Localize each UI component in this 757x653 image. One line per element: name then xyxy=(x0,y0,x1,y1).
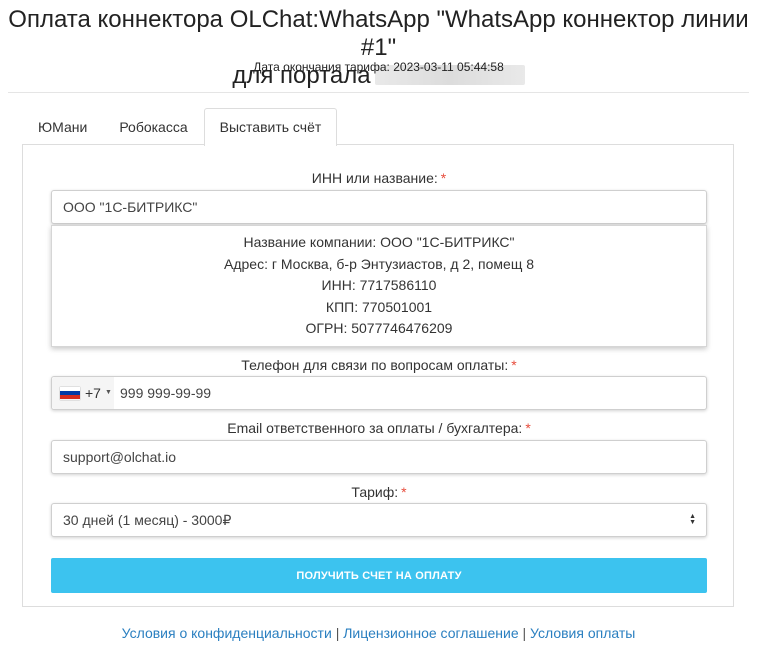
select-arrows-icon: ▲ ▼ xyxy=(689,513,696,526)
country-code: +7 xyxy=(85,385,101,401)
email-input[interactable] xyxy=(51,440,707,474)
tariff-select[interactable]: 30 дней (1 месяц) - 3000₽ ▲ ▼ xyxy=(51,503,707,537)
header-divider xyxy=(8,92,749,93)
company-name: Название компании: ООО "1С-БИТРИКС" xyxy=(243,234,515,250)
get-invoice-button[interactable]: ПОЛУЧИТЬ СЧЕТ НА ОПЛАТУ xyxy=(51,558,707,593)
license-link[interactable]: Лицензионное соглашение xyxy=(343,625,518,641)
email-label-text: Email ответственного за оплаты / бухгалт… xyxy=(227,420,523,436)
phone-input[interactable] xyxy=(114,377,706,409)
country-selector[interactable]: +7 ▼ xyxy=(52,377,114,409)
phone-field: +7 ▼ xyxy=(51,376,707,410)
invoice-form-panel: ИНН или название:* Название компании: ОО… xyxy=(22,144,734,607)
tab-yoomoney[interactable]: ЮМани xyxy=(22,108,103,145)
page-title-line1: Оплата коннектора OLChat:WhatsApp "Whats… xyxy=(8,6,749,61)
tariff-label-text: Тариф: xyxy=(351,484,399,500)
email-label: Email ответственного за оплаты / бухгалт… xyxy=(51,420,707,436)
tab-robokassa[interactable]: Робокасса xyxy=(103,108,203,145)
tab-invoice[interactable]: Выставить счёт xyxy=(203,108,338,146)
payment-terms-link[interactable]: Условия оплаты xyxy=(530,625,635,641)
tariff-end-date: Дата окончания тарифа: 2023-03-11 05:44:… xyxy=(253,60,504,74)
phone-label: Телефон для связи по вопросам оплаты: * xyxy=(51,357,707,373)
required-mark: * xyxy=(525,420,531,436)
inn-label-text: ИНН или название: xyxy=(311,170,438,186)
footer-separator: | xyxy=(522,625,527,641)
company-kpp: КПП: 770501001 xyxy=(325,298,433,315)
privacy-link[interactable]: Условия о конфиденциальности xyxy=(122,625,332,641)
tariff-selected-value: 30 дней (1 месяц) - 3000₽ xyxy=(63,512,232,528)
payment-tabs: ЮМани Робокасса Выставить счёт xyxy=(22,108,338,146)
caret-down-icon: ▼ xyxy=(104,389,112,396)
required-mark: * xyxy=(511,357,517,373)
company-ogrn: ОГРН: 5077746476209 xyxy=(305,320,453,336)
required-mark: * xyxy=(440,170,447,186)
inn-input[interactable] xyxy=(51,190,707,224)
russia-flag-icon xyxy=(60,386,80,400)
required-mark: * xyxy=(401,484,407,500)
company-info-card[interactable]: Название компании: ООО "1С-БИТРИКС" Адре… xyxy=(51,225,707,347)
company-inn: ИНН: 7717586110 xyxy=(321,277,437,293)
footer-separator: | xyxy=(335,625,340,641)
page-title: Оплата коннектора OLChat:WhatsApp "Whats… xyxy=(0,6,757,90)
tariff-label: Тариф: * xyxy=(51,484,707,500)
phone-label-text: Телефон для связи по вопросам оплаты: xyxy=(241,357,509,373)
inn-label: ИНН или название: * xyxy=(51,170,707,186)
company-address: Адрес: г Москва, б-р Энтузиастов, д 2, п… xyxy=(223,255,535,272)
footer-links: Условия о конфиденциальности | Лицензион… xyxy=(0,625,757,641)
